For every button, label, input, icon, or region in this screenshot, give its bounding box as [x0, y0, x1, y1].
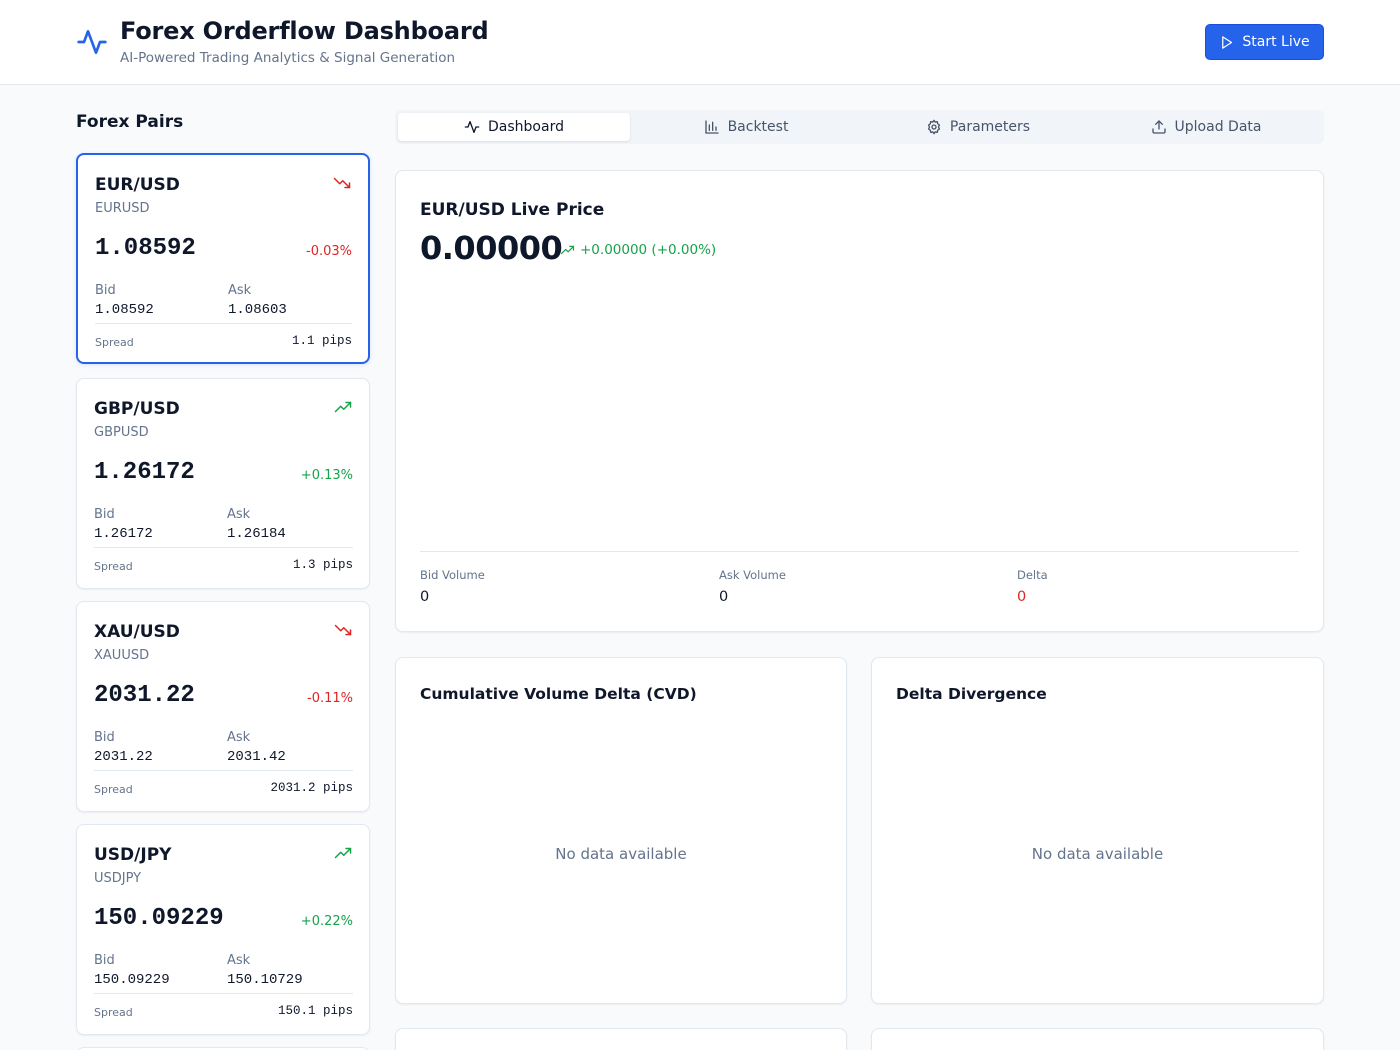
pair-card-eurusd[interactable]: EUR/USD EURUSD 1.08592 -0.03% Bid Ask 1.…: [76, 153, 370, 364]
trending-up-icon: [334, 401, 352, 413]
spread-value: 1.1 pips: [291, 334, 352, 348]
app-header: Forex Orderflow Dashboard AI-Powered Tra…: [0, 0, 1400, 85]
activity-icon: [464, 121, 480, 133]
divider: [94, 993, 353, 994]
next-panel-left: [395, 1028, 847, 1050]
trending-up-icon: [334, 847, 352, 859]
pair-change: +0.13%: [300, 468, 353, 483]
ask-volume-label: Ask Volume: [719, 568, 786, 582]
live-price-panel: EUR/USD Live Price 0.00000 +0.00000 (+0.…: [395, 170, 1324, 632]
tab-backtest-label: Backtest: [727, 119, 789, 135]
play-icon: [1222, 35, 1233, 49]
cvd-panel: Cumulative Volume Delta (CVD) No data av…: [395, 657, 847, 1004]
cvd-title: Cumulative Volume Delta (CVD): [420, 685, 697, 703]
delta-label: Delta: [1017, 568, 1048, 582]
bid-label: Bid: [94, 507, 115, 522]
pair-change: +0.22%: [300, 914, 353, 929]
pair-symbol: USD/JPY: [94, 845, 172, 865]
bid-value: 1.08592: [95, 302, 154, 318]
tab-parameters[interactable]: Parameters: [862, 113, 1094, 141]
app-subtitle: AI-Powered Trading Analytics & Signal Ge…: [120, 50, 456, 66]
bid-value: 2031.22: [94, 749, 153, 765]
delta-value: 0: [1017, 589, 1027, 605]
pair-card-xauusd[interactable]: XAU/USD XAUUSD 2031.22 -0.11% Bid Ask 20…: [76, 601, 370, 812]
pair-code: EURUSD: [95, 201, 150, 216]
pair-price: 150.09229: [94, 905, 224, 932]
ask-value: 1.26184: [227, 526, 286, 542]
live-price-chart: [420, 281, 1300, 551]
divider: [95, 323, 352, 324]
live-price-value: 0.00000: [420, 229, 563, 267]
delta-divergence-empty-message: No data available: [1031, 845, 1164, 863]
bar-chart-icon: [704, 120, 719, 134]
tab-upload-label: Upload Data: [1174, 119, 1262, 135]
ask-label: Ask: [227, 953, 251, 968]
live-price-title: EUR/USD Live Price: [420, 200, 605, 220]
pair-card-gbpusd[interactable]: GBP/USD GBPUSD 1.26172 +0.13% Bid Ask 1.…: [76, 378, 370, 589]
spread-label: Spread: [94, 560, 133, 573]
spread-label: Spread: [94, 783, 133, 796]
ask-value: 2031.42: [227, 749, 286, 765]
app-title: Forex Orderflow Dashboard: [120, 17, 489, 45]
pair-code: GBPUSD: [94, 425, 149, 440]
pair-price: 1.26172: [94, 459, 195, 486]
spread-label: Spread: [94, 1006, 133, 1019]
trending-down-icon: [334, 624, 352, 636]
ask-volume-value: 0: [719, 589, 729, 605]
live-price-change: +0.00000 (+0.00%): [560, 242, 716, 258]
ask-label: Ask: [227, 730, 251, 745]
ask-value: 1.08603: [228, 302, 287, 318]
cvd-empty-message: No data available: [555, 845, 687, 863]
ask-label: Ask: [227, 507, 251, 522]
gear-icon: [927, 119, 940, 135]
tab-parameters-label: Parameters: [949, 119, 1031, 135]
pair-code: USDJPY: [94, 871, 142, 886]
ask-value: 150.10729: [227, 972, 303, 988]
delta-divergence-title: Delta Divergence: [896, 685, 1047, 703]
pair-code: XAUUSD: [94, 648, 150, 663]
ask-label: Ask: [228, 283, 252, 298]
upload-icon: [1151, 120, 1166, 134]
activity-logo-icon: [77, 30, 107, 54]
tab-dashboard-label: Dashboard: [488, 119, 564, 135]
divider: [94, 547, 353, 548]
delta-divergence-panel: Delta Divergence No data available: [871, 657, 1324, 1004]
bid-label: Bid: [94, 953, 115, 968]
start-live-button[interactable]: Start Live: [1205, 24, 1324, 60]
pair-symbol: EUR/USD: [95, 175, 180, 195]
tab-upload-data[interactable]: Upload Data: [1090, 113, 1322, 141]
pair-change: -0.11%: [307, 691, 353, 706]
sidebar-title: Forex Pairs: [76, 112, 184, 132]
spread-label: Spread: [95, 336, 134, 349]
pair-change: -0.03%: [306, 244, 352, 259]
pair-card-usdjpy[interactable]: USD/JPY USDJPY 150.09229 +0.22% Bid Ask …: [76, 824, 370, 1035]
bid-value: 1.26172: [94, 526, 153, 542]
start-live-label: Start Live: [1242, 34, 1310, 50]
spread-value: 1.3 pips: [292, 558, 353, 572]
bid-volume-value: 0: [420, 589, 430, 605]
live-change-text: +0.00000 (+0.00%): [580, 242, 717, 258]
next-panel-right: [871, 1028, 1324, 1050]
pair-symbol: XAU/USD: [94, 622, 180, 642]
pair-price: 2031.22: [94, 682, 195, 709]
tab-backtest[interactable]: Backtest: [630, 113, 862, 141]
bid-volume-label: Bid Volume: [420, 568, 485, 582]
bid-value: 150.09229: [94, 972, 170, 988]
bid-label: Bid: [95, 283, 116, 298]
divider: [94, 770, 353, 771]
pair-price: 1.08592: [95, 235, 196, 262]
spread-value: 2031.2 pips: [270, 781, 353, 795]
trending-down-icon: [333, 177, 351, 189]
trending-up-icon: [560, 245, 575, 255]
main-tabs: Dashboard Backtest Parameters Upload Dat…: [395, 110, 1324, 144]
tab-dashboard[interactable]: Dashboard: [398, 113, 630, 141]
spread-value: 150.1 pips: [277, 1004, 353, 1018]
pair-symbol: GBP/USD: [94, 399, 180, 419]
bid-label: Bid: [94, 730, 115, 745]
divider: [420, 551, 1299, 552]
